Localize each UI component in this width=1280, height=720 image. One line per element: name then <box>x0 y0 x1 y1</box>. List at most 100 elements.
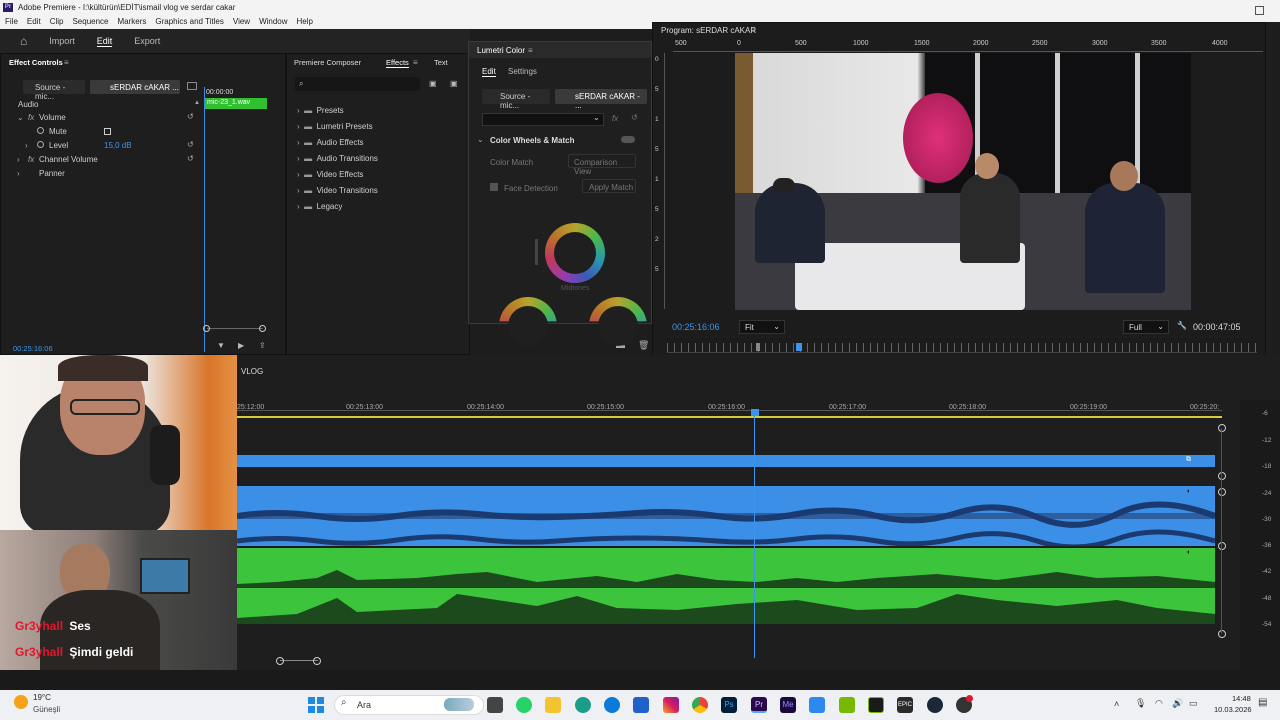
instagram-icon[interactable] <box>663 697 679 713</box>
fx-badge[interactable]: fx <box>28 155 34 164</box>
app-icon[interactable] <box>575 697 591 713</box>
fx-badge[interactable]: fx <box>612 114 618 123</box>
tab-effects[interactable]: Effects <box>386 58 409 68</box>
menu-file[interactable]: File <box>5 15 18 29</box>
whatsapp-icon[interactable] <box>516 697 532 713</box>
chevron-up-icon[interactable]: ˄ <box>1114 699 1119 709</box>
audio-clip-a1[interactable] <box>237 455 1215 467</box>
track-height-handle[interactable] <box>1218 488 1226 496</box>
zoom-handle-right[interactable] <box>259 325 266 332</box>
battery-icon[interactable]: ▭ <box>1189 698 1198 709</box>
menu-clip[interactable]: Clip <box>50 15 64 29</box>
windows-start-icon[interactable] <box>308 697 324 713</box>
chrome-icon[interactable] <box>692 697 708 713</box>
toggle-timeline-icon[interactable] <box>187 82 197 90</box>
playhead-handle[interactable] <box>751 409 759 416</box>
program-playhead[interactable] <box>796 343 802 351</box>
folder-audio-effects[interactable]: › ▬ Audio Effects <box>297 135 378 151</box>
clock-time[interactable]: 14:48 <box>1232 694 1251 703</box>
app-icon[interactable] <box>868 697 884 713</box>
microphone-icon[interactable]: 🎙 <box>1135 698 1146 709</box>
reset-icon[interactable]: ↺ <box>631 113 638 122</box>
vertical-scrollbar[interactable] <box>1221 428 1222 634</box>
ec-timecode[interactable]: 00:25:16:06 <box>13 344 53 353</box>
section-toggle[interactable] <box>621 136 635 143</box>
workspace-tab-export[interactable]: Export <box>134 36 160 46</box>
folder-lumetri-presets[interactable]: › ▬ Lumetri Presets <box>297 119 378 135</box>
zoom-handle-left[interactable] <box>203 325 210 332</box>
expand-icon[interactable]: › <box>17 169 20 178</box>
lumetri-preset-dropdown[interactable] <box>482 113 604 126</box>
weather-temp[interactable]: 19°C <box>33 693 51 702</box>
media-encoder-icon[interactable]: Me <box>780 697 796 713</box>
weather-sun-icon[interactable] <box>14 695 28 709</box>
volume-icon[interactable]: 🔊 <box>1172 698 1183 709</box>
reset-icon[interactable]: ↺ <box>187 140 194 149</box>
mute-checkbox[interactable] <box>104 128 111 135</box>
weather-desc[interactable]: Güneşli <box>33 705 60 714</box>
sequence-tab[interactable]: VLOG <box>241 367 263 376</box>
panel-menu-icon[interactable]: ≡ <box>64 58 69 67</box>
track-height-handle[interactable] <box>1218 630 1226 638</box>
section-expand-icon[interactable]: ⌄ <box>477 135 484 144</box>
nvidia-icon[interactable] <box>839 697 855 713</box>
lumetri-source-tab[interactable]: Source - mic... <box>482 89 550 110</box>
trash-icon[interactable]: 🗑 <box>638 340 649 351</box>
ec-zoom-bar[interactable] <box>207 328 263 329</box>
folder-audio-transitions[interactable]: › ▬ Audio Transitions <box>297 151 378 167</box>
panel-menu-icon[interactable]: ≡ <box>751 26 756 35</box>
folder-legacy[interactable]: › ▬ Legacy <box>297 199 378 215</box>
timeline-playhead[interactable] <box>754 410 755 658</box>
tab-premiere-composer[interactable]: Premiere Composer <box>294 58 361 67</box>
resolution-dropdown[interactable]: Full ⌄ <box>1123 320 1169 334</box>
audio-clip-a3[interactable] <box>237 548 1215 624</box>
wifi-icon[interactable]: ◠ <box>1155 698 1163 709</box>
ec-playhead[interactable] <box>204 87 205 352</box>
face-detection-checkbox[interactable] <box>490 183 498 191</box>
comparison-view-button[interactable]: Comparison View <box>568 154 636 176</box>
sequence-clip-tab[interactable]: sERDAR cAKAR ... <box>90 80 180 94</box>
steam-icon[interactable] <box>927 697 943 713</box>
effects-search-input[interactable] <box>295 77 420 91</box>
track-height-handle[interactable] <box>1218 424 1226 432</box>
premiere-icon[interactable]: Pr <box>751 697 767 713</box>
color-wheels-section[interactable]: Color Wheels & Match <box>490 136 574 145</box>
collapse-up-icon[interactable]: ▲ <box>194 100 200 106</box>
yuv-icon[interactable]: ▣ <box>450 79 458 88</box>
photoshop-icon[interactable]: Ps <box>721 697 737 713</box>
track-height-handle[interactable] <box>1218 542 1226 550</box>
store-icon[interactable] <box>633 697 649 713</box>
tab-text[interactable]: Text <box>434 58 448 67</box>
play-audio-icon[interactable]: ▶ <box>238 341 244 350</box>
apply-match-button[interactable]: Apply Match <box>582 179 636 193</box>
clock-date[interactable]: 10.03.2026 <box>1214 705 1252 714</box>
program-video-frame[interactable] <box>735 53 1191 310</box>
zoom-handle-right[interactable] <box>313 657 321 665</box>
workspace-tab-import[interactable]: Import <box>49 36 75 46</box>
lumetri-tab-settings[interactable]: Settings <box>508 67 537 76</box>
folder-video-effects[interactable]: › ▬ Video Effects <box>297 167 378 183</box>
app-icon[interactable] <box>809 697 825 713</box>
midtones-slider[interactable] <box>535 239 538 265</box>
notification-icon[interactable]: ▤ <box>1258 697 1267 708</box>
panel-menu-icon[interactable]: ≡ <box>413 58 418 67</box>
accelerated-icon[interactable]: ▣ <box>429 79 437 88</box>
reset-icon[interactable]: ↺ <box>187 112 194 121</box>
volume-expand-icon[interactable]: ⌄ <box>17 113 24 122</box>
stopwatch-icon[interactable] <box>37 127 44 134</box>
audio-clip-a2[interactable] <box>237 486 1215 546</box>
expand-icon[interactable]: › <box>17 155 20 164</box>
work-area-bar[interactable] <box>237 416 1222 418</box>
epic-games-icon[interactable]: EPIC <box>897 697 913 713</box>
fx-badge[interactable]: fx <box>28 113 34 122</box>
ec-clip-bar[interactable]: mic-23_1.wav <box>205 98 267 109</box>
folder-presets[interactable]: › ▬ Presets <box>297 103 378 119</box>
task-view-icon[interactable] <box>487 697 503 713</box>
track-height-handle[interactable] <box>1218 472 1226 480</box>
stopwatch-icon[interactable] <box>37 141 44 148</box>
wrench-icon[interactable]: 🔧 <box>1177 321 1187 330</box>
level-expand-icon[interactable]: › <box>25 141 28 150</box>
menu-sequence[interactable]: Sequence <box>72 15 108 29</box>
menu-window[interactable]: Window <box>259 15 287 29</box>
lumetri-tab-edit[interactable]: Edit <box>482 67 496 77</box>
